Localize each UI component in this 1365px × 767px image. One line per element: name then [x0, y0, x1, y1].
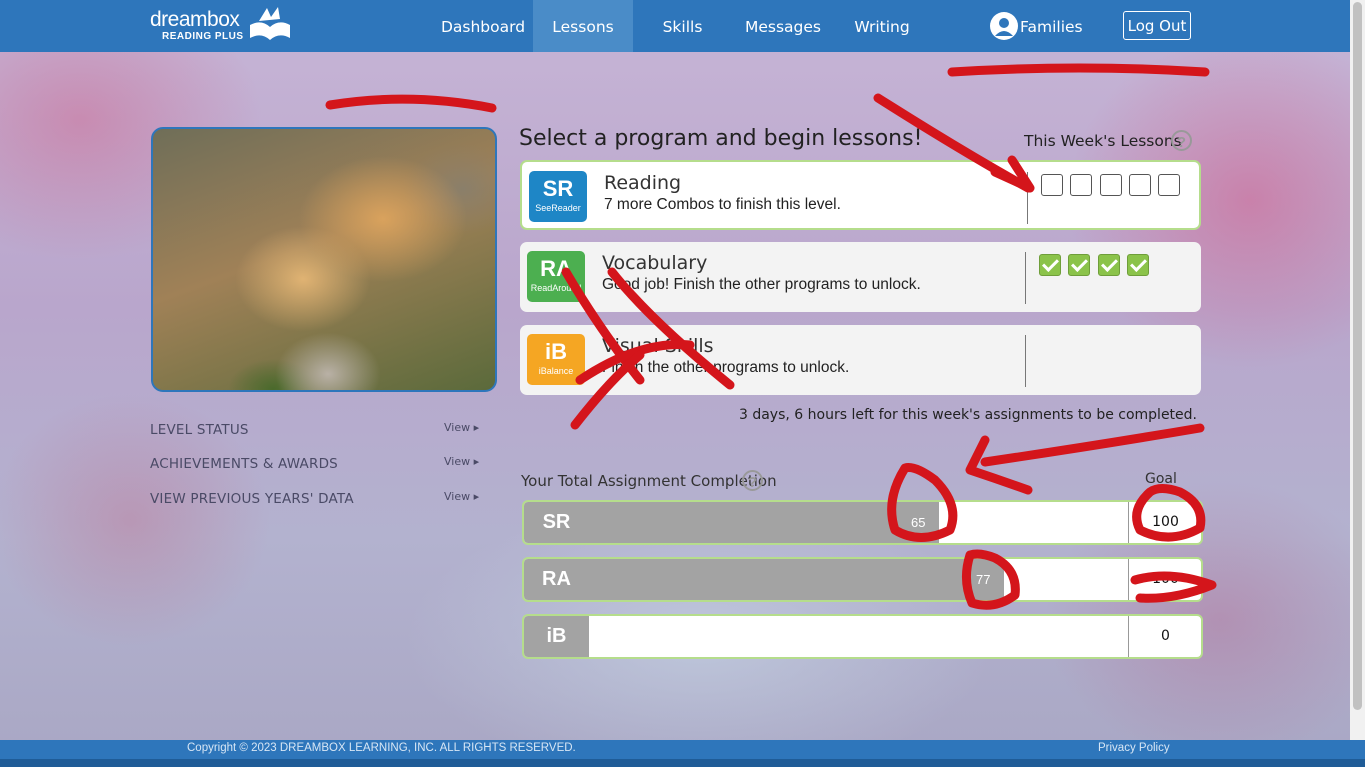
- program-title: Visual Skills: [602, 335, 714, 357]
- page-title: Select a program and begin lessons!: [519, 126, 923, 151]
- goal-label: Goal: [1145, 471, 1177, 487]
- program-title: Reading: [604, 172, 682, 194]
- lesson-checkbox: [1041, 174, 1063, 196]
- nav-writing[interactable]: Writing: [845, 0, 919, 52]
- lesson-checkbox-checked: [1098, 254, 1120, 276]
- nav-dashboard[interactable]: Dashboard: [434, 0, 532, 52]
- achievements-view[interactable]: View ▸: [444, 455, 479, 468]
- nav-messages[interactable]: Messages: [737, 0, 829, 52]
- goal-value: 0: [1128, 616, 1201, 657]
- completion-label: Your Total Assignment Completion: [521, 472, 777, 490]
- user-avatar-icon[interactable]: [990, 12, 1018, 40]
- brand-logo[interactable]: dreambox READING PLUS: [150, 8, 244, 43]
- divider: [1025, 252, 1026, 304]
- completion-row-ib: iB 0: [522, 614, 1203, 659]
- copyright-text: Copyright © 2023 DREAMBOX LEARNING, INC.…: [187, 742, 576, 754]
- progress-fill: [589, 502, 939, 543]
- achievements-link[interactable]: ACHIEVEMENTS & AWARDS: [150, 456, 338, 472]
- previous-years-link[interactable]: VIEW PREVIOUS YEARS' DATA: [150, 491, 354, 507]
- badge-text: SR: [542, 176, 574, 201]
- privacy-policy-link[interactable]: Privacy Policy: [1098, 742, 1170, 754]
- program-reading[interactable]: SR SeeReader Reading 7 more Combos to fi…: [520, 160, 1201, 230]
- view-label: View: [444, 490, 471, 503]
- completion-row-ra: RA 77 100: [522, 557, 1203, 602]
- goal-value: 100: [1128, 502, 1201, 543]
- divider: [1027, 172, 1028, 224]
- progress-fill: [589, 559, 1004, 600]
- level-status-link[interactable]: LEVEL STATUS: [150, 422, 249, 438]
- brand-name: dreambox: [150, 8, 240, 31]
- ibalance-icon: iB iBalance: [527, 334, 585, 385]
- goal-value: 100: [1128, 559, 1201, 600]
- program-subtitle: Finish the other programs to unlock.: [602, 359, 850, 376]
- footer-strip: [0, 759, 1365, 767]
- lesson-checkbox-checked: [1068, 254, 1090, 276]
- time-left-notice: 3 days, 6 hours left for this week's ass…: [738, 407, 1197, 423]
- previous-years-view[interactable]: View ▸: [444, 490, 479, 503]
- divider: [1025, 335, 1026, 387]
- lesson-checkbox: [1129, 174, 1151, 196]
- lesson-checkbox: [1158, 174, 1180, 196]
- nav-skills[interactable]: Skills: [645, 0, 720, 52]
- scrollbar[interactable]: [1350, 0, 1365, 740]
- level-status-view[interactable]: View ▸: [444, 421, 479, 434]
- progress-value: 77: [976, 572, 991, 587]
- lesson-checkbox: [1070, 174, 1092, 196]
- seereader-icon: SR SeeReader: [529, 171, 587, 222]
- caret-right-icon: ▸: [473, 490, 480, 503]
- badge-text: RA: [540, 256, 572, 281]
- readaround-icon: RA: [524, 559, 589, 600]
- program-subtitle: 7 more Combos to finish this level.: [604, 196, 841, 213]
- view-label: View: [444, 421, 471, 434]
- help-icon[interactable]: ?: [1171, 130, 1192, 151]
- progress-value: 65: [911, 515, 926, 530]
- program-vocabulary[interactable]: RA ReadAround Vocabulary Good job! Finis…: [520, 242, 1201, 312]
- top-navigation-bar: dreambox READING PLUS Dashboard Lessons …: [0, 0, 1350, 52]
- completion-row-sr: SR 65 100: [522, 500, 1203, 545]
- ibalance-icon: iB: [524, 616, 589, 657]
- caret-right-icon: ▸: [473, 421, 480, 434]
- program-subtitle: Good job! Finish the other programs to u…: [602, 276, 921, 293]
- progress-track: 65: [589, 502, 1128, 543]
- lesson-checkbox-checked: [1039, 254, 1061, 276]
- scrollbar-thumb[interactable]: [1353, 2, 1362, 710]
- badge-subtext: ReadAround: [530, 283, 582, 293]
- nav-families[interactable]: Families: [1020, 0, 1086, 52]
- program-title: Vocabulary: [602, 252, 708, 274]
- nav-lessons[interactable]: Lessons: [533, 0, 633, 52]
- book-logo-icon: [250, 7, 290, 40]
- brand-subtitle: READING PLUS: [162, 31, 244, 42]
- profile-picture: [151, 127, 497, 392]
- readaround-icon: RA ReadAround: [527, 251, 585, 302]
- lesson-checkbox: [1100, 174, 1122, 196]
- badge-subtext: SeeReader: [535, 203, 581, 213]
- progress-track: 77: [589, 559, 1128, 600]
- completion-help-icon[interactable]: ?: [742, 470, 763, 491]
- program-visual-skills[interactable]: iB iBalance Visual Skills Finish the oth…: [520, 325, 1201, 395]
- view-label: View: [444, 455, 471, 468]
- progress-track: [589, 616, 1128, 657]
- week-lessons-label: This Week's Lessons: [1024, 132, 1182, 150]
- lesson-checkbox-checked: [1127, 254, 1149, 276]
- badge-subtext: iBalance: [538, 366, 574, 376]
- seereader-icon: SR: [524, 502, 589, 543]
- logout-button[interactable]: Log Out: [1123, 11, 1191, 40]
- caret-right-icon: ▸: [473, 455, 480, 468]
- badge-text: iB: [545, 339, 567, 364]
